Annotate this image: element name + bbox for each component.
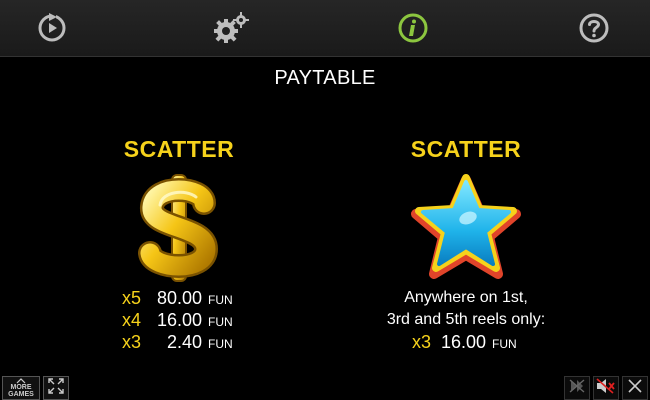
- payout-amount: 80.00: [156, 288, 202, 308]
- payout-multiplier: x4: [122, 310, 142, 330]
- sound-button[interactable]: [593, 376, 619, 400]
- payout-amount: 2.40: [166, 332, 202, 352]
- sound-muted-icon: [596, 377, 616, 399]
- help-button[interactable]: [576, 10, 612, 46]
- more-games-line2: GAMES: [8, 391, 34, 398]
- replay-button[interactable]: [34, 10, 70, 46]
- payout-row: x5 80.00 FUN: [49, 287, 309, 309]
- fullscreen-icon: [48, 377, 64, 399]
- close-icon: [627, 378, 643, 399]
- description-line: Anywhere on 1st,: [404, 289, 528, 306]
- star-icon: [406, 173, 526, 283]
- description-line: 3rd and 5th reels only:: [386, 311, 546, 328]
- payout-amount: 16.00: [156, 310, 202, 330]
- payout-unit: FUN: [208, 315, 233, 329]
- fast-play-button[interactable]: [564, 376, 590, 400]
- payout-list: x5 80.00 FUN x4 16.00 FUN x3 2.40 FUN: [49, 287, 309, 353]
- payout-unit: FUN: [208, 337, 233, 351]
- top-toolbar: [0, 0, 650, 57]
- payout-multiplier: x3: [411, 332, 431, 352]
- scatter-description: Anywhere on 1st, 3rd and 5th reels only:: [336, 287, 596, 331]
- bottom-right-toolbar: [564, 376, 648, 400]
- close-button[interactable]: [622, 376, 648, 400]
- more-games-button[interactable]: MORE GAMES: [2, 376, 40, 400]
- symbol-name: SCATTER: [410, 136, 522, 162]
- payout-multiplier: x5: [122, 288, 142, 308]
- fast-play-disabled-icon: [568, 378, 586, 399]
- payout-multiplier: x3: [122, 332, 142, 352]
- paytable-entry-star: SCATTER Anywhere on 1st, 3rd and 5th ree…: [336, 136, 596, 355]
- more-games-label: MORE GAMES: [8, 378, 34, 398]
- payout-row: x3 2.40 FUN: [49, 331, 309, 353]
- settings-button[interactable]: [213, 10, 249, 46]
- info-icon: [397, 12, 429, 44]
- paytable-entry-dollar: SCATTER x5 80.00 FUN x4 16.00 FUN x3 2.4…: [49, 136, 309, 353]
- replay-icon: [36, 12, 68, 44]
- fullscreen-button[interactable]: [43, 376, 69, 400]
- more-games-line1: MORE: [10, 384, 32, 391]
- payout-amount: 16.00: [440, 332, 487, 352]
- symbol-name: SCATTER: [123, 136, 235, 162]
- payout-unit: FUN: [492, 337, 517, 351]
- settings-gears-icon: [212, 11, 250, 45]
- payout-unit: FUN: [208, 293, 233, 307]
- info-button[interactable]: [395, 10, 431, 46]
- dollar-sign-icon: [119, 173, 239, 283]
- payout-row: x4 16.00 FUN: [49, 309, 309, 331]
- payout-row: x3 16.00 FUN: [336, 331, 596, 355]
- help-icon: [578, 12, 610, 44]
- bottom-left-toolbar: MORE GAMES: [2, 376, 69, 400]
- page-title: PAYTABLE: [274, 67, 376, 89]
